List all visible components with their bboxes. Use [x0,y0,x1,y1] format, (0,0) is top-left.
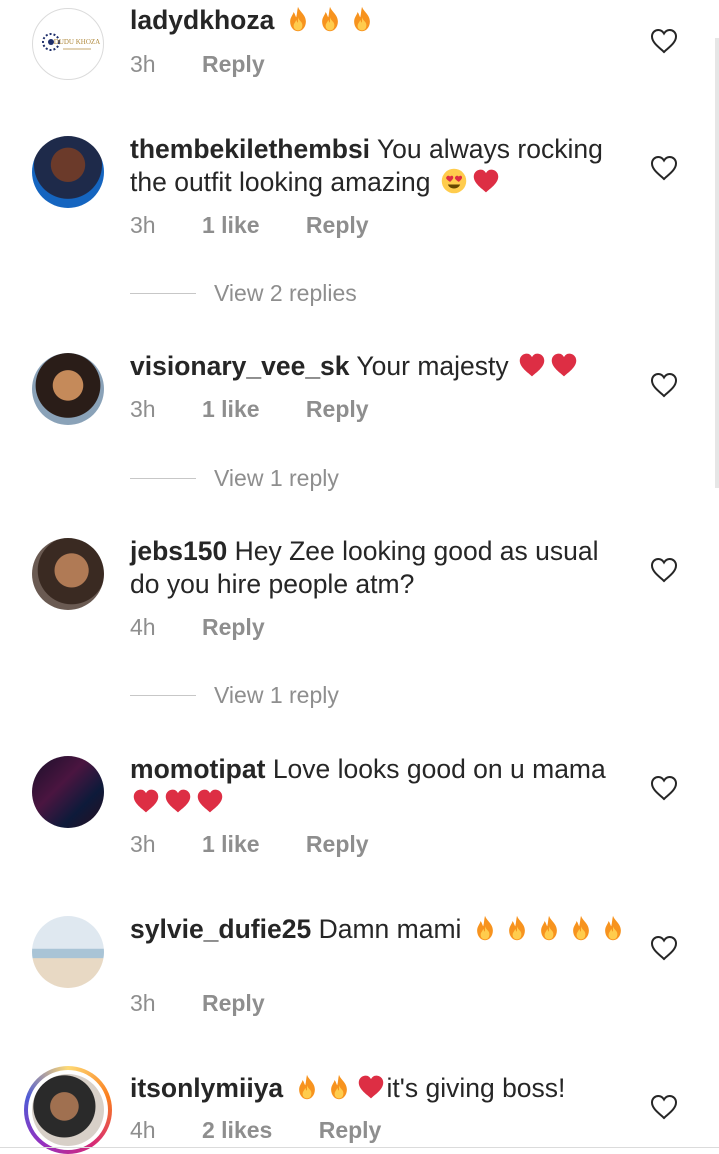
heart-eyes-emoji-icon [440,167,468,195]
comment-time: 3h [130,212,156,238]
view-replies-button[interactable]: View 2 replies [130,280,357,307]
like-heart-icon[interactable] [650,935,678,961]
avatar[interactable] [32,136,104,208]
avatar[interactable] [32,538,104,610]
fire-emoji-icon [471,914,499,942]
fire-emoji-icon [348,5,376,33]
reply-button[interactable]: Reply [202,51,265,78]
likes-count[interactable]: 1 like [202,212,260,239]
comment-time: 4h [130,614,156,640]
like-heart-icon[interactable] [650,775,678,801]
like-heart-icon[interactable] [650,155,678,181]
comment-text: Damn mami [318,914,462,944]
like-heart-icon[interactable] [650,1094,678,1120]
comment-time: 4h [130,1117,156,1143]
fire-emoji-icon [567,914,595,942]
comment-username[interactable]: visionary_vee_sk [130,351,350,381]
view-replies-button[interactable]: View 1 reply [130,465,339,492]
reply-button[interactable]: Reply [306,396,369,423]
divider [130,478,196,479]
avatar-story-ring[interactable] [24,1066,112,1154]
divider [130,293,196,294]
reply-button[interactable]: Reply [306,212,369,239]
red-heart-emoji-icon [357,1073,385,1101]
view-replies-button[interactable]: View 1 reply [130,682,339,709]
fire-emoji-icon [599,914,627,942]
comment-meta: 3h 1 like Reply [130,212,409,242]
divider [130,695,196,696]
comment-time: 3h [130,990,156,1016]
comment-time: 3h [130,831,156,857]
comment-time: 3h [130,51,156,77]
divider [0,1147,719,1148]
fire-emoji-icon [316,5,344,33]
avatar[interactable] [32,756,104,828]
reply-button[interactable]: Reply [202,990,265,1017]
comment-text: it's giving boss! [386,1073,566,1103]
comment-meta: 3h 1 like Reply [130,831,409,861]
avatar [28,1070,108,1150]
like-heart-icon[interactable] [650,557,678,583]
comment-text: Your majesty [356,351,509,381]
svg-text:DUDU KHOZA: DUDU KHOZA [54,38,100,46]
comment-meta: 3h Reply [130,990,305,1020]
comment-text: Love looks good on u mama [272,754,606,784]
like-heart-icon[interactable] [650,372,678,398]
avatar[interactable] [32,353,104,425]
fire-emoji-icon [284,5,312,33]
likes-count[interactable]: 1 like [202,396,260,423]
brand-logo-icon: DUDU KHOZA [42,33,100,51]
like-heart-icon[interactable] [650,28,678,54]
comment-username[interactable]: sylvie_dufie25 [130,914,311,944]
reply-button[interactable]: Reply [319,1117,382,1144]
red-heart-emoji-icon [518,351,546,379]
comment-meta: 4h Reply [130,614,305,644]
fire-emoji-icon [535,914,563,942]
comment-username[interactable]: itsonlymiiya [130,1073,283,1103]
comment-meta: 4h 2 likes Reply [130,1117,421,1147]
red-heart-emoji-icon [472,167,500,195]
comment-username[interactable]: jebs150 [130,536,227,566]
red-heart-emoji-icon [550,351,578,379]
red-heart-emoji-icon [196,787,224,815]
likes-count[interactable]: 1 like [202,831,260,858]
comment-username[interactable]: thembekilethembsi [130,134,370,164]
comment-meta: 3h 1 like Reply [130,396,409,426]
red-heart-emoji-icon [132,787,160,815]
reply-button[interactable]: Reply [202,614,265,641]
avatar[interactable]: DUDU KHOZA [32,8,104,80]
scrollbar[interactable] [715,38,719,488]
fire-emoji-icon [325,1073,353,1101]
avatar[interactable] [32,916,104,988]
fire-emoji-icon [293,1073,321,1101]
reply-button[interactable]: Reply [306,831,369,858]
fire-emoji-icon [503,914,531,942]
comment-username[interactable]: momotipat [130,754,265,784]
comment-time: 3h [130,396,156,422]
comment-meta: 3h Reply [130,51,305,81]
comment-username[interactable]: ladydkhoza [130,5,274,35]
likes-count[interactable]: 2 likes [202,1117,272,1144]
red-heart-emoji-icon [164,787,192,815]
